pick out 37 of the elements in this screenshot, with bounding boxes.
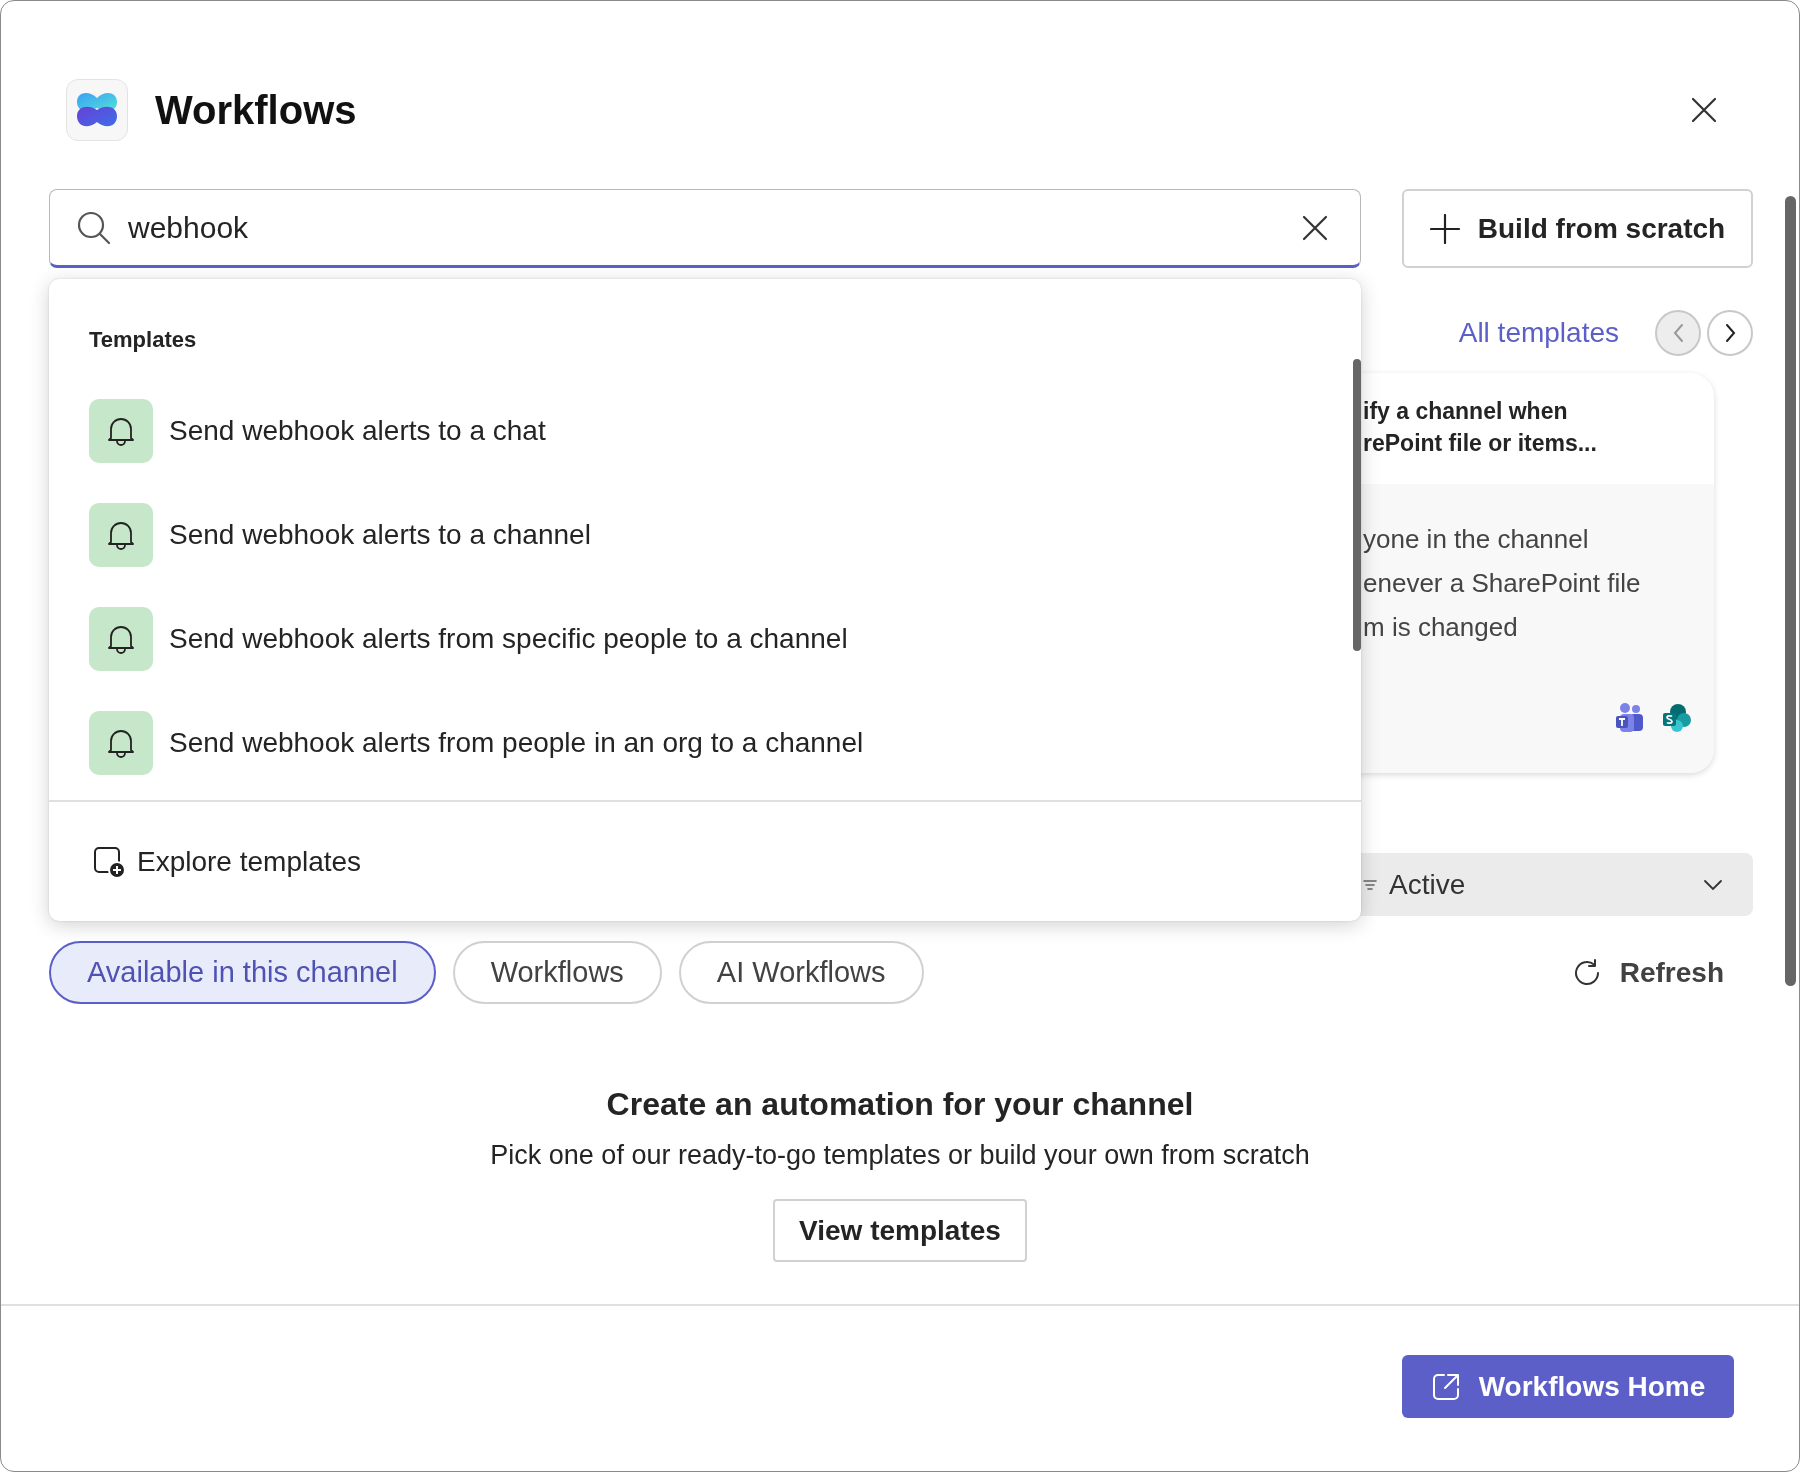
next-button[interactable]	[1707, 310, 1753, 356]
bell-icon	[89, 399, 153, 463]
empty-text: Pick one of our ready-to-go templates or build your own from scratch	[490, 1140, 1310, 1171]
plus-icon	[1429, 213, 1460, 244]
search-icon	[76, 209, 112, 246]
bell-icon	[89, 711, 153, 775]
card-description: enever a SharePoint file	[1363, 567, 1642, 600]
scrollbar[interactable]	[1353, 359, 1361, 651]
filter-tab[interactable]: Available in this channel	[49, 941, 436, 1004]
chevron-down-icon	[1703, 878, 1723, 891]
view-templates-button[interactable]: View templates	[773, 1199, 1027, 1262]
card-title: rePoint file or items...	[1363, 429, 1598, 458]
search-field[interactable]: webhook	[128, 210, 1298, 245]
scrollbar[interactable]	[1785, 196, 1796, 986]
filter-tab[interactable]: AI Workflows	[678, 941, 924, 1004]
close-icon	[1690, 96, 1718, 124]
bell-icon	[89, 503, 153, 567]
external-link-icon	[1430, 1371, 1461, 1402]
filter-tab[interactable]: Workflows	[452, 941, 662, 1004]
bubbles-icon	[1662, 703, 1692, 733]
search-box[interactable]: webhook	[49, 189, 1361, 268]
all-templates-link[interactable]: All templates	[1458, 317, 1619, 349]
app-title: Workflows	[155, 87, 357, 133]
bell-icon	[89, 607, 153, 671]
filter-icon	[1363, 877, 1377, 892]
refresh-button[interactable]: Refresh	[1571, 956, 1724, 989]
card-description: yone in the channel	[1363, 523, 1590, 556]
dropdown-heading: Templates	[89, 327, 198, 353]
close-icon	[1301, 213, 1329, 242]
close-button[interactable]	[1689, 95, 1719, 125]
people-icon	[1615, 703, 1645, 733]
card-description: m is changed	[1363, 611, 1519, 644]
workflows-home-button[interactable]: Workflows Home	[1402, 1355, 1734, 1418]
empty-heading: Create an automation for your channel	[606, 1086, 1194, 1123]
build-button[interactable]: Build from scratch	[1402, 189, 1753, 268]
add-page-icon	[93, 846, 127, 878]
card-title: ify a channel when	[1363, 397, 1569, 426]
